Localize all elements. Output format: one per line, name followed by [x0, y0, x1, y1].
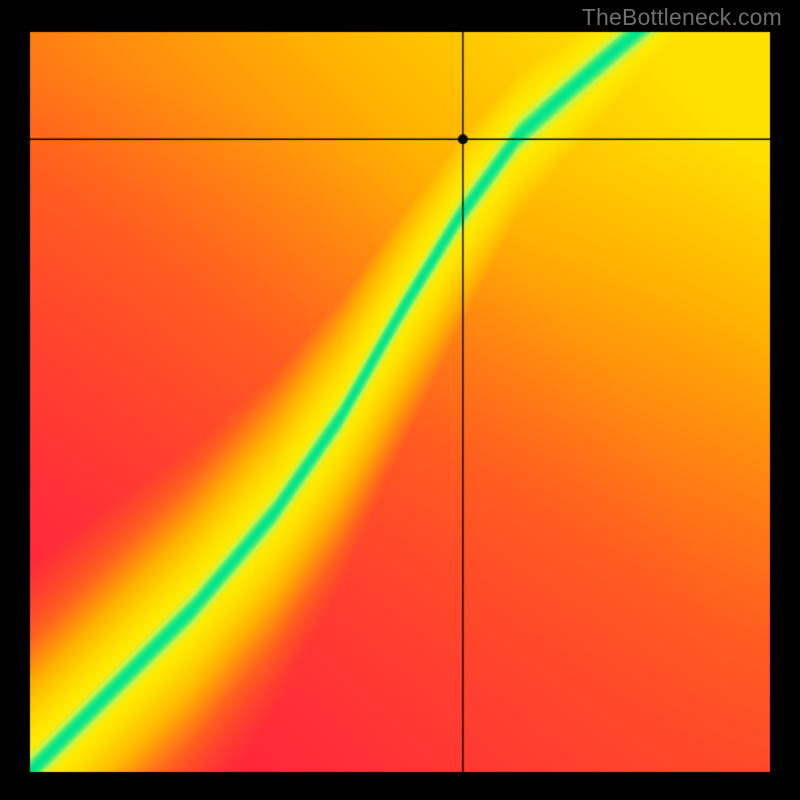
watermark-label: TheBottleneck.com [582, 4, 782, 31]
bottleneck-heatmap [0, 0, 800, 800]
chart-container: TheBottleneck.com [0, 0, 800, 800]
